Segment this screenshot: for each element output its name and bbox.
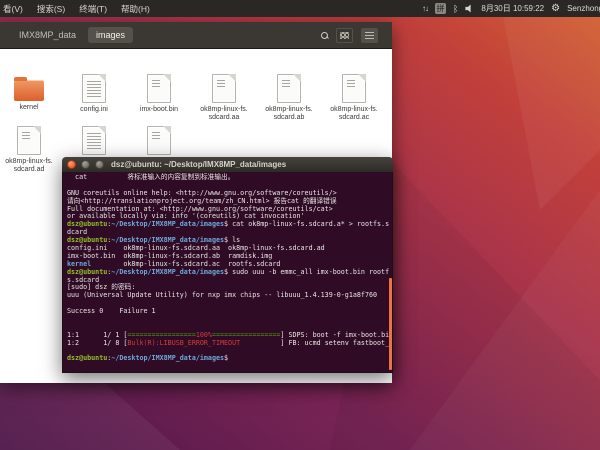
file-name: imx-boot.bin — [127, 106, 191, 114]
terminal-menu: 看(V) 搜索(S) 终端(T) 帮助(H) — [0, 3, 150, 15]
network-icon[interactable]: ↑↓ — [422, 4, 428, 13]
breadcrumb-item[interactable]: IMX8MP_data — [11, 27, 84, 43]
text-file-icon — [82, 74, 106, 103]
session-gear-icon[interactable]: ⚙ — [551, 3, 560, 14]
binary-file-icon — [17, 126, 41, 155]
binary-file-icon — [277, 74, 301, 103]
binary-file-icon — [342, 74, 366, 103]
file-name: ok8mp-linux-fs.sdcard.ac — [322, 106, 386, 122]
file-name: kernel — [0, 104, 61, 112]
grid-view-button[interactable] — [336, 28, 353, 43]
input-method-icon[interactable]: 拼 — [435, 3, 446, 14]
file-name: ok8mp-linux-fs.sdcard.ab — [257, 106, 321, 122]
file-name: config.ini — [62, 106, 126, 114]
system-tray: ↑↓ 拼 ᛒ 8月30日 10:59:22 ⚙ Senzhong Deng — [422, 0, 600, 17]
desktop: 看(V) 搜索(S) 终端(T) 帮助(H) ↑↓ 拼 ᛒ 8月30日 10:59:2… — [0, 0, 600, 450]
clock[interactable]: 8月30日 10:59:22 — [481, 3, 544, 14]
binary-file-icon — [212, 74, 236, 103]
terminal-line: dsz@ubuntu:~/Desktop/IMX8MP_data/images$… — [67, 269, 392, 277]
menu-item[interactable]: 看(V) — [3, 3, 23, 15]
file-manager-headerbar: ktop IMX8MP_dataimages — [0, 22, 392, 49]
terminal-line: uuu (Universal Update Utility) for nxp i… — [67, 292, 392, 300]
terminal-title: dsz@ubuntu: ~/Desktop/IMX8MP_data/images — [111, 160, 286, 169]
file-item[interactable]: ok8mp-linux-fs.sdcard.ab — [257, 74, 321, 122]
menu-item[interactable]: 搜索(S) — [37, 3, 65, 15]
search-icon[interactable] — [321, 32, 328, 39]
file-item[interactable]: config.ini — [62, 74, 126, 114]
file-item[interactable]: imx-boot.bin — [127, 74, 191, 114]
terminal-titlebar[interactable]: dsz@ubuntu: ~/Desktop/IMX8MP_data/images — [62, 157, 393, 173]
text-file-icon — [82, 126, 106, 155]
terminal-line — [67, 316, 392, 324]
terminal-window: dsz@ubuntu: ~/Desktop/IMX8MP_data/images… — [62, 157, 393, 373]
global-menubar: 看(V) 搜索(S) 终端(T) 帮助(H) ↑↓ 拼 ᛒ 8月30日 10:59:2… — [0, 0, 600, 17]
menu-item[interactable]: 帮助(H) — [121, 3, 150, 15]
bluetooth-icon[interactable]: ᛒ — [453, 4, 458, 14]
menu-item[interactable]: 终端(T) — [79, 3, 107, 15]
file-item[interactable]: ok8mp-linux-fs.sdcard.aa — [192, 74, 256, 122]
file-item[interactable]: ok8mp-linux-fs.sdcard.ad — [0, 126, 61, 174]
terminal-line: cat 将标准输入的内容复制到标准输出。 — [67, 174, 392, 182]
username-label[interactable]: Senzhong Deng — [567, 4, 600, 13]
terminal-line: 1:2 1/ 8 [Bulk(R):LIBUSB_ERROR_TIMEOUT ]… — [67, 340, 392, 348]
close-button[interactable] — [67, 160, 76, 169]
file-name: ok8mp-linux-fs.sdcard.ad — [0, 158, 61, 174]
folder-icon — [14, 80, 44, 101]
list-view-button[interactable] — [361, 28, 378, 43]
file-name: ok8mp-linux-fs.sdcard.aa — [192, 106, 256, 122]
breadcrumb: ktop IMX8MP_dataimages — [0, 27, 133, 43]
terminal-output[interactable]: cat 将标准输入的内容复制到标准输出。GNU coreutils online… — [62, 172, 393, 373]
maximize-button[interactable] — [95, 160, 104, 169]
file-item[interactable]: kernel — [0, 74, 61, 112]
breadcrumb-item[interactable]: images — [88, 27, 133, 43]
terminal-line: dsz@ubuntu:~/Desktop/IMX8MP_data/images$ — [67, 355, 392, 363]
terminal-line: Success 0 Failure 1 — [67, 308, 392, 316]
file-item[interactable]: ok8mp-linux-fs.sdcard.ac — [322, 74, 386, 122]
breadcrumb-item[interactable]: ktop — [0, 27, 7, 43]
volume-icon[interactable] — [465, 4, 474, 13]
minimize-button[interactable] — [81, 160, 90, 169]
terminal-line: dsz@ubuntu:~/Desktop/IMX8MP_data/images$… — [67, 221, 392, 229]
terminal-scrollbar[interactable] — [389, 278, 392, 370]
binary-file-icon — [147, 126, 171, 155]
binary-file-icon — [147, 74, 171, 103]
